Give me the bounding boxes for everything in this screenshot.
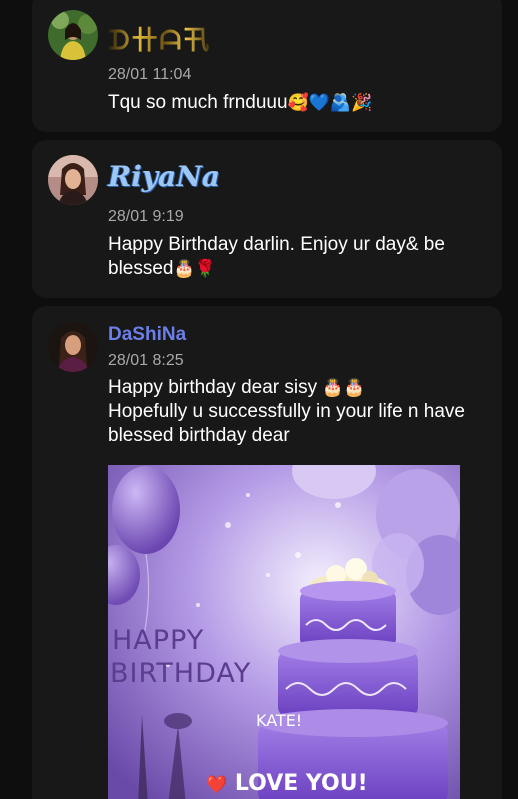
comment-text: Happy birthday dear sisy 🎂🎂 Hopefully u s… <box>108 377 465 446</box>
emoji-group: 🎂🌹 <box>173 259 216 279</box>
comment-text: Happy Birthday darlin. Enjoy ur day& be … <box>108 234 445 279</box>
gif-caption-birthday: BIRTHDAY <box>110 658 252 689</box>
timestamp: 28/01 8:25 <box>108 352 184 369</box>
author-name[interactable]: DaShiNa <box>108 324 186 346</box>
avatar[interactable] <box>48 322 98 372</box>
birthday-cake-gif[interactable]: HAPPY BIRTHDAY KATE! ❤️ LOVE YOU! <box>108 465 460 799</box>
comment-card: ᗪ卄ᗩ卂 28/01 11:04 Tqu so much frnduuu🥰💙🫂🎉 <box>32 0 502 132</box>
heart-icon: ❤️ <box>206 775 228 795</box>
comment-feed: ᗪ卄ᗩ卂 28/01 11:04 Tqu so much frnduuu🥰💙🫂🎉… <box>0 0 518 799</box>
emoji-group: 🥰💙🫂🎉 <box>287 93 373 113</box>
gif-caption-name: KATE! <box>256 711 303 730</box>
emoji-group: 🎂🎂 <box>322 378 365 398</box>
comment-text: Tqu so much frnduuu🥰💙🫂🎉 <box>108 92 373 113</box>
avatar[interactable] <box>48 10 98 60</box>
author-name[interactable]: ᗪ卄ᗩ卂 <box>108 20 211 57</box>
timestamp: 28/01 9:19 <box>108 208 184 225</box>
timestamp: 28/01 11:04 <box>108 66 192 83</box>
gif-caption-happy: HAPPY <box>112 625 205 656</box>
comment-card: RiyaNa 28/01 9:19 Happy Birthday darlin.… <box>32 140 502 298</box>
gif-caption-footer: ❤️ LOVE YOU! <box>206 771 368 796</box>
author-name[interactable]: RiyaNa <box>108 160 220 193</box>
comment-card: DaShiNa 28/01 8:25 Happy birthday dear s… <box>32 306 502 799</box>
avatar[interactable] <box>48 155 98 205</box>
